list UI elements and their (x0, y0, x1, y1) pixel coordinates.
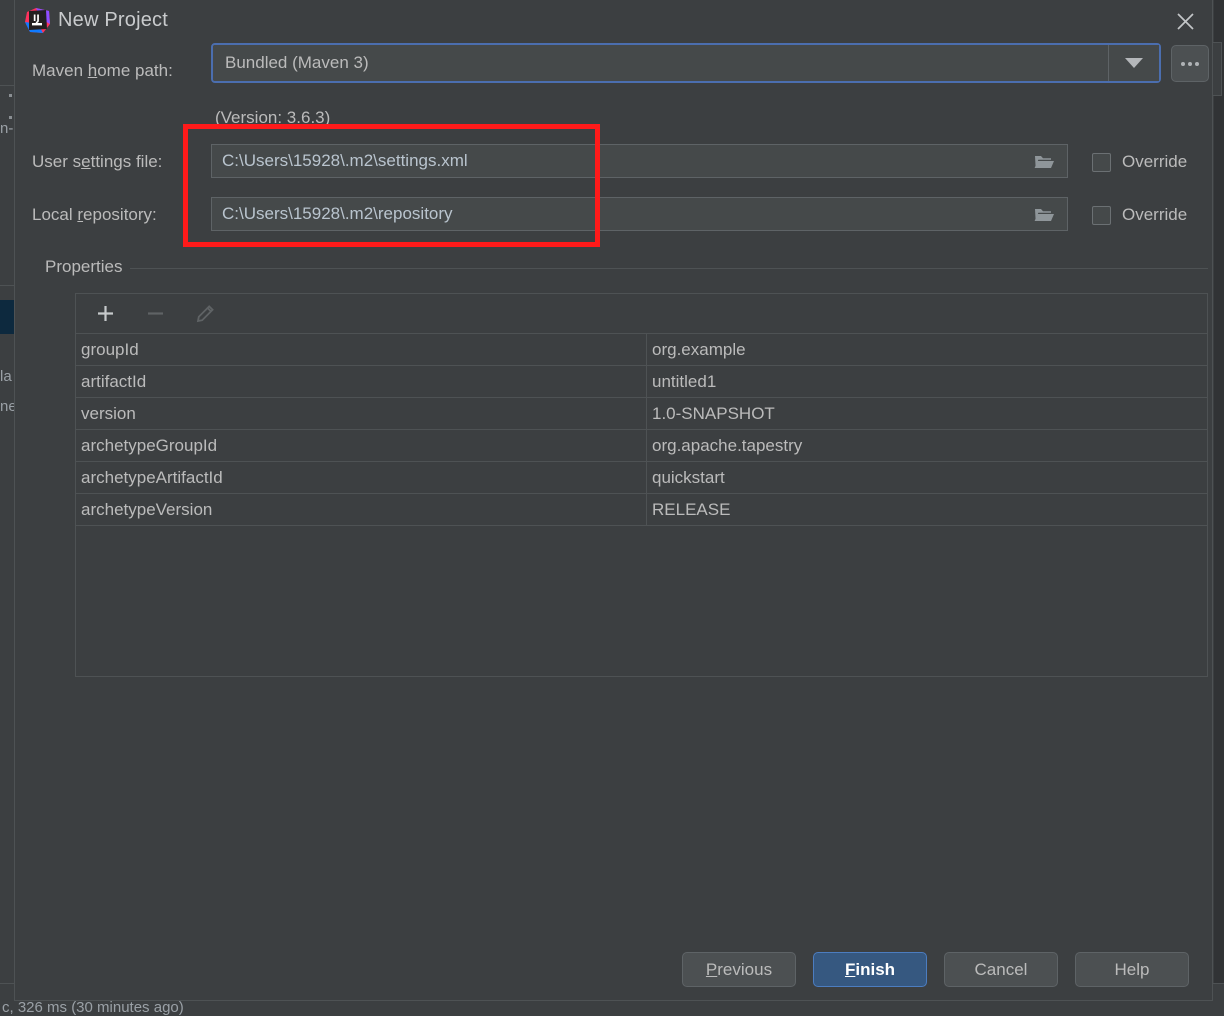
table-row[interactable]: version 1.0-SNAPSHOT (76, 398, 1207, 430)
maven-home-path-value: Bundled (Maven 3) (225, 53, 369, 73)
local-repository-label: Local repository: (32, 205, 157, 225)
maven-home-browse-button[interactable] (1171, 45, 1209, 82)
maven-home-path-label: Maven home path: (32, 61, 173, 81)
user-settings-file-value: C:\Users\15928\.m2\settings.xml (212, 151, 1021, 171)
user-settings-override-label: Override (1122, 152, 1187, 172)
user-settings-file-input[interactable]: C:\Users\15928\.m2\settings.xml (211, 144, 1068, 178)
table-row[interactable]: artifactId untitled1 (76, 366, 1207, 398)
local-repository-override-label: Override (1122, 205, 1187, 225)
local-repository-override-checkbox[interactable]: Override (1092, 205, 1187, 225)
user-settings-file-label: User settings file: (32, 152, 162, 172)
properties-group-label: Properties (45, 257, 130, 277)
maven-version-note: (Version: 3.6.3) (215, 108, 330, 128)
dialog-title: New Project (58, 9, 168, 32)
property-key: version (76, 398, 647, 429)
properties-table: groupId org.example artifactId untitled1… (75, 293, 1208, 677)
close-icon[interactable] (1162, 0, 1208, 42)
intellij-idea-logo-icon: IJ (24, 7, 52, 35)
cancel-button[interactable]: Cancel (944, 952, 1058, 987)
property-value: untitled1 (647, 366, 1207, 397)
maven-home-path-value-area[interactable]: Bundled (Maven 3) (213, 45, 1108, 81)
checkbox-box[interactable] (1092, 206, 1111, 225)
add-property-button[interactable] (90, 301, 120, 327)
help-button[interactable]: Help (1075, 952, 1189, 987)
dialog-titlebar: IJ New Project (15, 0, 1212, 42)
svg-text:IJ: IJ (33, 14, 40, 24)
property-key: archetypeArtifactId (76, 462, 647, 493)
maven-home-path-combobox[interactable]: Bundled (Maven 3) (211, 43, 1161, 83)
ide-selection-highlight (0, 300, 14, 334)
table-row[interactable]: archetypeArtifactId quickstart (76, 462, 1207, 494)
properties-table-body: groupId org.example artifactId untitled1… (76, 334, 1207, 526)
property-key: artifactId (76, 366, 647, 397)
edit-property-button[interactable] (190, 301, 220, 327)
ellipsis-icon (1181, 62, 1199, 66)
folder-icon[interactable] (1021, 153, 1067, 170)
property-key: archetypeVersion (76, 494, 647, 525)
ide-right-scrollbar-track[interactable] (1214, 0, 1224, 1014)
property-key: archetypeGroupId (76, 430, 647, 461)
property-value: org.apache.tapestry (647, 430, 1207, 461)
finish-button[interactable]: Finish (813, 952, 927, 987)
new-project-dialog: IJ New Project Maven home path: Bundled … (14, 0, 1213, 1001)
property-value: 1.0-SNAPSHOT (647, 398, 1207, 429)
table-row[interactable]: groupId org.example (76, 334, 1207, 366)
chevron-down-icon[interactable] (1108, 45, 1159, 81)
user-settings-override-checkbox[interactable]: Override (1092, 152, 1187, 172)
properties-group-separator (45, 268, 1208, 269)
ide-code-fragment-1: n- (0, 120, 13, 137)
ide-gutter-dot-2 (9, 116, 12, 119)
table-row[interactable]: archetypeVersion RELEASE (76, 494, 1207, 526)
properties-toolbar (76, 294, 1207, 334)
remove-property-button[interactable] (140, 301, 170, 327)
property-key: groupId (76, 334, 647, 365)
local-repository-value: C:\Users\15928\.m2\repository (212, 204, 1021, 224)
ide-code-fragment-2: la (0, 368, 12, 385)
checkbox-box[interactable] (1092, 153, 1111, 172)
previous-button[interactable]: Previous (682, 952, 796, 987)
folder-icon[interactable] (1021, 206, 1067, 223)
ide-status-text: c, 326 ms (30 minutes ago) (2, 999, 184, 1016)
ide-gutter-dot (9, 94, 12, 97)
property-value: org.example (647, 334, 1207, 365)
table-row[interactable]: archetypeGroupId org.apache.tapestry (76, 430, 1207, 462)
property-value: RELEASE (647, 494, 1207, 525)
property-value: quickstart (647, 462, 1207, 493)
local-repository-input[interactable]: C:\Users\15928\.m2\repository (211, 197, 1068, 231)
